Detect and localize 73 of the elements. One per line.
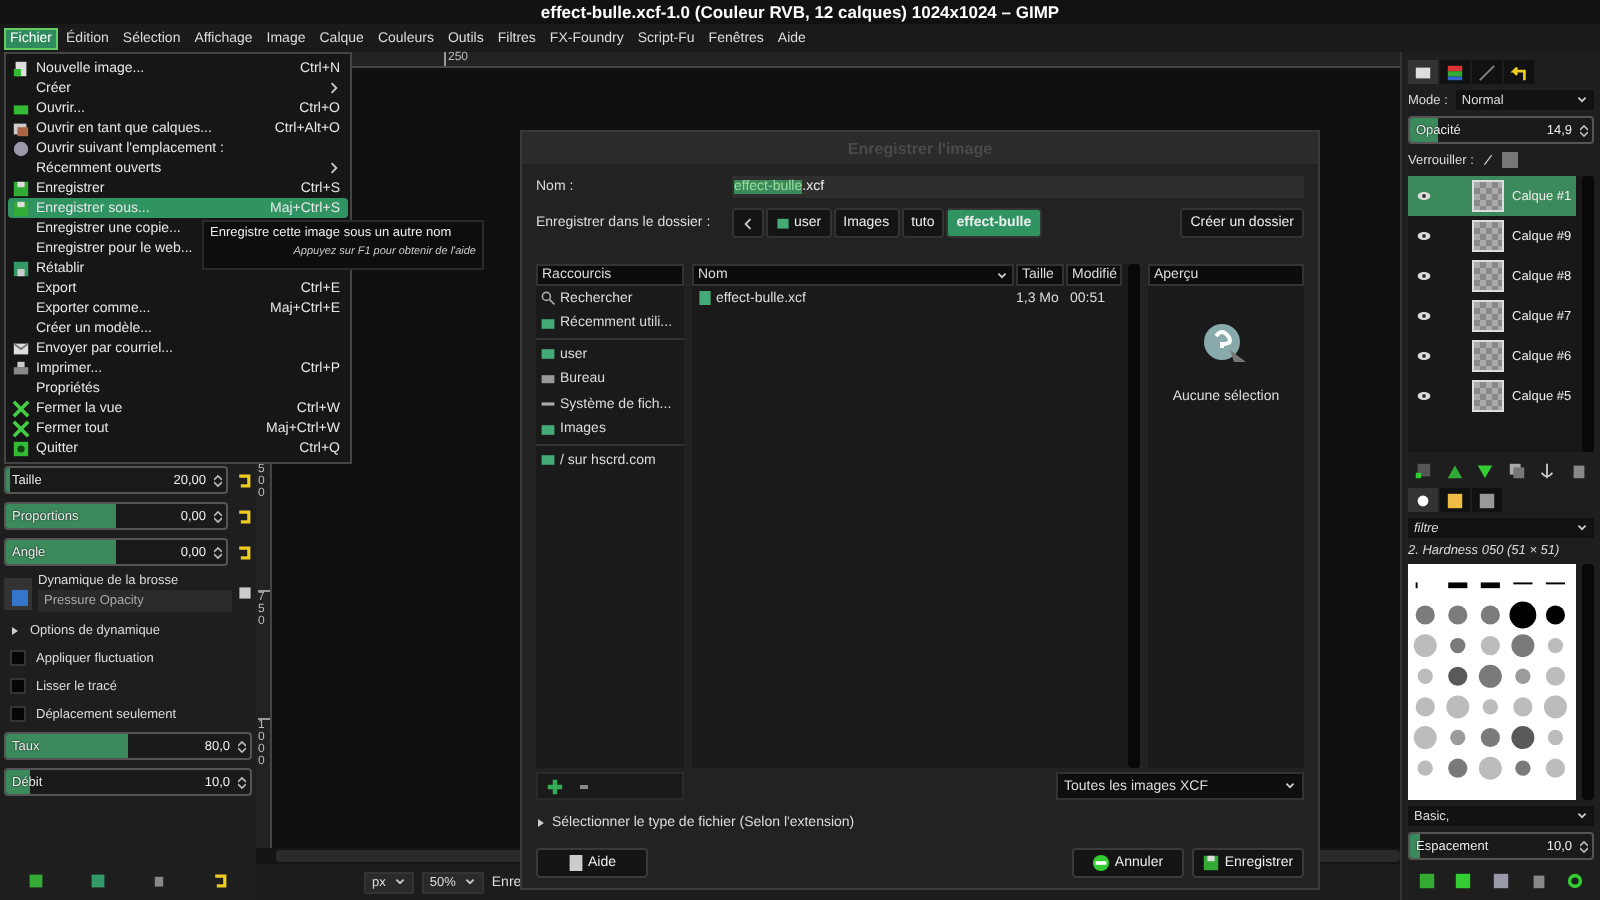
home-folder-icon xyxy=(776,216,790,230)
eye-icon xyxy=(1416,190,1432,202)
checkbox[interactable] xyxy=(10,650,26,666)
eye-icon xyxy=(1416,230,1432,242)
caret-icon xyxy=(393,876,406,888)
vertical-scrollbar[interactable] xyxy=(1128,264,1140,768)
eye-icon xyxy=(1416,310,1432,322)
layer-thumbnail xyxy=(1472,220,1504,252)
back-icon xyxy=(742,217,754,229)
reset-button[interactable] xyxy=(236,507,252,525)
brush-tip-icon xyxy=(1414,491,1432,509)
floppy-icon xyxy=(12,259,30,277)
undo-icon xyxy=(1510,63,1528,81)
spin-arrows-icon xyxy=(214,474,222,488)
channels-icon xyxy=(1446,63,1464,81)
checkbox[interactable] xyxy=(10,706,26,722)
reset-button[interactable] xyxy=(236,471,252,489)
gradient-icon xyxy=(1478,491,1496,509)
spin-arrows-icon xyxy=(1580,124,1588,138)
caret-icon xyxy=(1284,780,1296,792)
monitor-icon xyxy=(540,371,556,388)
caret-icon xyxy=(1576,94,1588,106)
up-arrow-icon xyxy=(1445,461,1464,479)
power-icon xyxy=(12,439,30,457)
layer-thumbnail xyxy=(1472,300,1504,332)
layer-thumbnail xyxy=(1472,380,1504,412)
expander-triangle-icon xyxy=(536,818,546,828)
back-button[interactable] xyxy=(732,208,764,238)
anchor-icon xyxy=(1538,461,1557,479)
floppy-icon xyxy=(12,179,30,197)
envelope-icon xyxy=(12,339,30,357)
floppy-icon xyxy=(12,199,30,217)
eye-icon xyxy=(1416,270,1432,282)
down-arrow-icon xyxy=(1476,461,1495,479)
folder-icon xyxy=(12,99,30,117)
pattern-icon xyxy=(1446,491,1464,509)
close-icon xyxy=(12,399,30,417)
checkbox[interactable] xyxy=(10,678,26,694)
reset-button[interactable] xyxy=(236,543,252,561)
layer-thumbnail xyxy=(1472,260,1504,292)
question-mark-icon xyxy=(1202,322,1250,366)
brush-dynamics-icon xyxy=(4,577,32,609)
caret-icon xyxy=(996,269,1008,281)
globe-icon xyxy=(12,139,30,157)
help-icon xyxy=(567,854,584,872)
search-icon xyxy=(540,290,556,307)
eye-icon xyxy=(1416,350,1432,362)
floppy-icon xyxy=(1202,854,1221,872)
add-icon xyxy=(546,777,564,795)
layer-thumbnail xyxy=(1472,340,1504,372)
spin-arrows-icon xyxy=(214,510,222,524)
caret-icon xyxy=(1576,522,1588,534)
reset-icon xyxy=(212,871,229,889)
eye-icon xyxy=(1416,390,1432,402)
spin-arrows-icon xyxy=(214,546,222,560)
file-icon xyxy=(698,290,712,306)
new-layer-icon xyxy=(1414,461,1433,479)
spin-arrows-icon xyxy=(1580,840,1588,854)
caret-icon xyxy=(1576,810,1588,822)
close-icon xyxy=(12,419,30,437)
printer-icon xyxy=(12,359,30,377)
spin-arrows-icon xyxy=(238,776,246,790)
caret-icon xyxy=(463,876,476,888)
paths-icon xyxy=(1478,63,1496,81)
spin-arrows-icon xyxy=(238,740,246,754)
image-icon xyxy=(12,119,30,137)
cancel-icon xyxy=(1092,854,1111,872)
layer-thumbnail xyxy=(1472,180,1504,212)
brush-grid-drawing[interactable] xyxy=(1408,564,1577,800)
window-title: effect-bulle.xcf-1.0 (Couleur RVB, 12 calques) 1024x1024 – GIMP xyxy=(540,2,1060,22)
document-icon xyxy=(12,59,30,77)
brush-icon xyxy=(1481,152,1494,168)
refresh-icon xyxy=(1566,871,1585,889)
